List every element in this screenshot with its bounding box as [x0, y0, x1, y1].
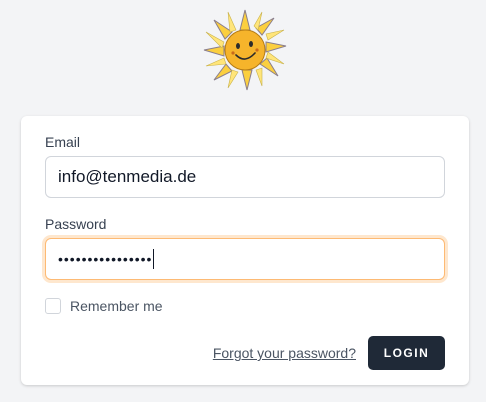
- login-button[interactable]: LOGIN: [368, 336, 445, 370]
- text-caret: [153, 249, 155, 269]
- password-field[interactable]: ••••••••••••••••: [45, 238, 445, 280]
- login-card: Email info@tenmedia.de Password ••••••••…: [21, 116, 469, 385]
- password-value: ••••••••••••••••: [58, 251, 153, 267]
- email-field[interactable]: info@tenmedia.de: [45, 156, 445, 198]
- password-label: Password: [45, 216, 107, 232]
- app-logo: [200, 8, 290, 94]
- remember-me-row[interactable]: Remember me: [45, 298, 163, 314]
- forgot-password-link[interactable]: Forgot your password?: [213, 345, 356, 361]
- remember-me-checkbox[interactable]: [45, 298, 61, 314]
- sun-logo-icon: [203, 9, 287, 91]
- email-value: info@tenmedia.de: [58, 167, 197, 186]
- remember-me-label[interactable]: Remember me: [70, 298, 163, 314]
- email-label: Email: [45, 134, 81, 150]
